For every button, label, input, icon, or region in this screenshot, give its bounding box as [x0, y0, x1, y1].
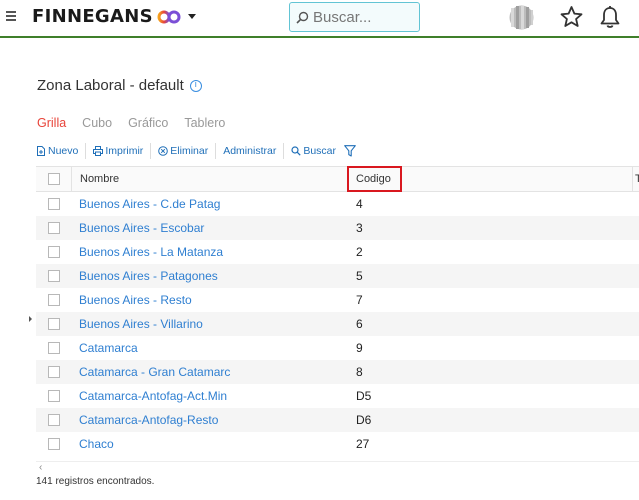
infinity-logo-icon: [157, 10, 181, 23]
cell-codigo: D5: [356, 389, 372, 403]
user-avatar-sphere-icon[interactable]: [508, 5, 535, 30]
cell-nombre[interactable]: Buenos Aires - Resto: [79, 288, 192, 312]
row-checkbox[interactable]: [48, 342, 60, 354]
cell-codigo: D6: [356, 413, 372, 427]
tab-cubo[interactable]: Cubo: [82, 116, 112, 130]
delete-button-label: Eliminar: [170, 144, 209, 157]
brand-logo[interactable]: FINNEGANS: [32, 6, 196, 27]
grid-header-row: Nombre Codigo T: [36, 166, 639, 192]
column-header-nombre[interactable]: Nombre: [72, 167, 348, 191]
table-row[interactable]: Catamarca - Gran Catamarc 8: [36, 360, 639, 384]
brand-name: FINNEGANS: [32, 6, 153, 27]
cell-codigo: 27: [356, 437, 370, 451]
delete-circle-x-icon: [158, 145, 169, 156]
cell-codigo: 2: [356, 245, 363, 259]
toolbar-divider: [85, 142, 87, 159]
manage-button-label: Administrar: [223, 144, 277, 157]
cell-nombre[interactable]: Buenos Aires - Villarino: [79, 312, 203, 336]
search-button[interactable]: Buscar: [291, 145, 336, 157]
print-button[interactable]: Imprimir: [93, 145, 143, 157]
delete-button[interactable]: Eliminar: [158, 145, 208, 157]
select-all-checkbox[interactable]: [48, 173, 60, 185]
cell-nombre[interactable]: Catamarca-Antofag-Resto: [79, 408, 218, 432]
row-checkbox[interactable]: [48, 222, 60, 234]
cell-nombre[interactable]: Chaco: [79, 432, 114, 456]
new-button[interactable]: Nuevo: [36, 145, 78, 157]
table-row[interactable]: Buenos Aires - Villarino 6: [36, 312, 639, 336]
filter-funnel-icon[interactable]: [344, 144, 356, 157]
cell-nombre[interactable]: Buenos Aires - C.de Patag: [79, 192, 220, 216]
tab-grilla[interactable]: Grilla: [37, 116, 66, 130]
info-icon[interactable]: i: [189, 79, 202, 92]
cell-codigo: 6: [356, 317, 363, 331]
table-row[interactable]: Catamarca 9: [36, 336, 639, 360]
toolbar-divider: [215, 142, 217, 159]
new-document-icon: [37, 145, 45, 156]
header-select-cell: [36, 167, 72, 191]
chevron-down-icon[interactable]: [187, 14, 196, 19]
cell-codigo: 4: [356, 197, 363, 211]
cell-codigo: 8: [356, 365, 363, 379]
cell-nombre[interactable]: Buenos Aires - Patagones: [79, 264, 218, 288]
record-count: 141 registros encontrados.: [36, 476, 155, 487]
row-checkbox[interactable]: [48, 198, 60, 210]
table-row[interactable]: Buenos Aires - Patagones 5: [36, 264, 639, 288]
data-grid: Nombre Codigo T Buenos Aires - C.de Pata…: [36, 166, 639, 474]
favorites-star-icon[interactable]: [559, 5, 584, 29]
cell-codigo: 9: [356, 341, 363, 355]
cell-codigo: 7: [356, 293, 363, 307]
row-checkbox[interactable]: [48, 318, 60, 330]
table-row[interactable]: Buenos Aires - Escobar 3: [36, 216, 639, 240]
search-icon: [291, 145, 301, 156]
cell-nombre[interactable]: Catamarca - Gran Catamarc: [79, 360, 230, 384]
horizontal-scrollbar[interactable]: ‹: [36, 461, 639, 473]
tab-tablero[interactable]: Tablero: [184, 116, 225, 130]
print-button-label: Imprimir: [105, 144, 144, 157]
page-title-row: Zona Laboral - default i: [37, 77, 202, 94]
scroll-left-icon[interactable]: ‹: [39, 462, 42, 473]
side-panel-toggle-icon[interactable]: [29, 316, 32, 322]
top-bar: FINNEGANS: [0, 0, 639, 38]
cell-nombre[interactable]: Catamarca: [79, 336, 138, 360]
toolbar-divider: [283, 142, 285, 159]
row-checkbox[interactable]: [48, 246, 60, 258]
row-checkbox[interactable]: [48, 390, 60, 402]
manage-button[interactable]: Administrar: [223, 145, 276, 157]
cell-nombre[interactable]: Buenos Aires - La Matanza: [79, 240, 223, 264]
global-search-box[interactable]: [289, 2, 420, 32]
table-row[interactable]: Buenos Aires - C.de Patag 4: [36, 192, 639, 216]
cell-codigo: 3: [356, 221, 363, 235]
codigo-highlight-box: [347, 166, 402, 192]
column-header-truncated[interactable]: T: [633, 167, 639, 191]
page-title: Zona Laboral - default: [37, 77, 184, 94]
table-row[interactable]: Catamarca-Antofag-Resto D6: [36, 408, 639, 432]
printer-icon: [93, 145, 104, 156]
grid-toolbar: Nuevo Imprimir Eliminar Administrar Busc…: [36, 142, 356, 159]
cell-codigo: 5: [356, 269, 363, 283]
row-checkbox[interactable]: [48, 270, 60, 282]
row-checkbox[interactable]: [48, 414, 60, 426]
row-checkbox[interactable]: [48, 438, 60, 450]
notifications-bell-icon[interactable]: [598, 5, 622, 30]
table-row[interactable]: Chaco 27: [36, 432, 639, 456]
search-input[interactable]: [313, 8, 413, 26]
cell-nombre[interactable]: Buenos Aires - Escobar: [79, 216, 204, 240]
table-row[interactable]: Buenos Aires - La Matanza 2: [36, 240, 639, 264]
row-checkbox[interactable]: [48, 366, 60, 378]
table-row[interactable]: Buenos Aires - Resto 7: [36, 288, 639, 312]
cell-nombre[interactable]: Catamarca-Antofag-Act.Min: [79, 384, 227, 408]
tab-grafico[interactable]: Gráfico: [128, 116, 168, 130]
hamburger-menu-icon[interactable]: [6, 11, 16, 21]
new-button-label: Nuevo: [48, 144, 79, 157]
search-icon: [296, 11, 309, 24]
table-row[interactable]: Catamarca-Antofag-Act.Min D5: [36, 384, 639, 408]
search-button-label: Buscar: [303, 144, 337, 157]
view-tabs: Grilla Cubo Gráfico Tablero: [37, 116, 241, 130]
row-checkbox[interactable]: [48, 294, 60, 306]
toolbar-divider: [150, 142, 152, 159]
grid-body: Buenos Aires - C.de Patag 4 Buenos Aires…: [36, 192, 639, 456]
